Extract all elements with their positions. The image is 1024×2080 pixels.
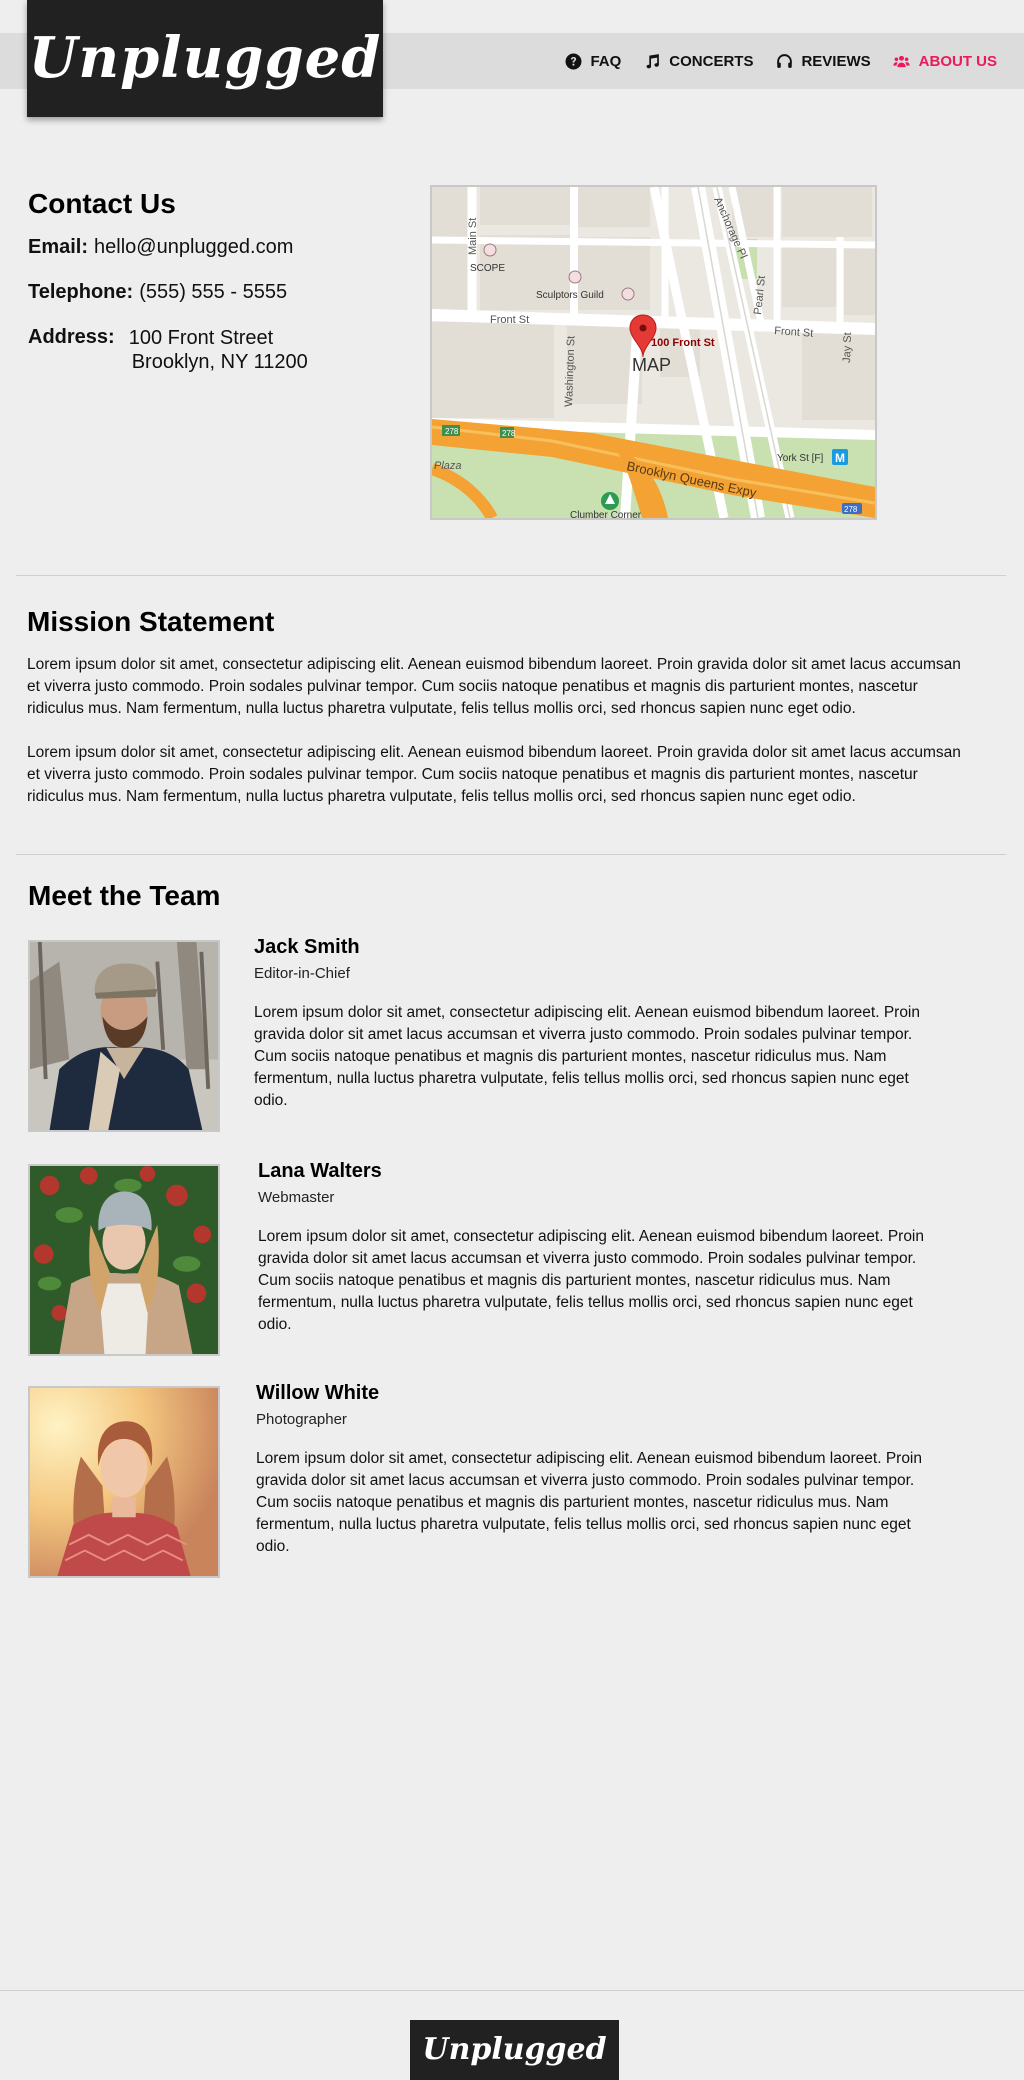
svg-text:278: 278 xyxy=(844,505,858,514)
team-member: Lana Walters Webmaster Lorem ipsum dolor… xyxy=(28,1160,988,1357)
map-street-label: Plaza xyxy=(434,460,462,472)
map-street-label: Main St xyxy=(467,218,479,255)
member-role: Webmaster xyxy=(258,1189,335,1206)
location-map[interactable]: 278 278 278 M Main St Front St Front St … xyxy=(430,185,877,520)
map-place-label: Sculptors Guild xyxy=(536,290,604,301)
telephone-row: Telephone: (555) 555 - 5555 xyxy=(28,281,388,304)
section-divider xyxy=(16,854,1006,855)
telephone-label: Telephone: xyxy=(28,281,134,303)
map-place-label: Clumber Corner xyxy=(570,510,642,518)
email-label: Email: xyxy=(28,236,89,258)
map-street-label: Jay St xyxy=(841,332,854,363)
email-row: Email: hello@unplugged.com xyxy=(28,236,388,259)
member-bio: Lorem ipsum dolor sit amet, consectetur … xyxy=(254,1004,921,1109)
member-info: Lana Walters Webmaster Lorem ipsum dolor… xyxy=(258,1160,958,1336)
address-row: Address: 100 Front Street Brooklyn, NY 1… xyxy=(28,326,388,374)
mission-paragraph: Lorem ipsum dolor sit amet, consectetur … xyxy=(27,656,961,717)
mission-title: Mission Statement xyxy=(27,606,275,637)
address-label: Address: xyxy=(28,326,115,348)
member-photo xyxy=(28,940,220,1132)
footer-logo[interactable]: Unplugged xyxy=(410,2020,619,2080)
svg-text:278: 278 xyxy=(502,429,516,438)
nav-faq[interactable]: FAQ xyxy=(564,52,621,70)
team-member: Willow White Photographer Lorem ipsum do… xyxy=(28,1382,988,1579)
member-name: Lana Walters xyxy=(258,1160,382,1182)
nav-label: REVIEWS xyxy=(801,52,871,70)
email-value[interactable]: hello@unplugged.com xyxy=(94,236,293,259)
member-name: Willow White xyxy=(256,1382,380,1404)
contact-title: Contact Us xyxy=(28,188,176,219)
mission-paragraph: Lorem ipsum dolor sit amet, consectetur … xyxy=(27,744,961,805)
telephone-value[interactable]: (555) 555 - 5555 xyxy=(139,281,287,304)
member-role: Editor-in-Chief xyxy=(254,965,350,982)
music-note-icon xyxy=(643,52,661,70)
nav-label: CONCERTS xyxy=(669,52,754,70)
address-line-2: Brooklyn, NY 11200 xyxy=(131,351,308,373)
member-name: Jack Smith xyxy=(254,936,360,958)
users-icon xyxy=(893,52,911,70)
mission-section: Mission Statement Lorem ipsum dolor sit … xyxy=(27,606,967,808)
nav-reviews[interactable]: REVIEWS xyxy=(775,52,871,70)
address-line-1: 100 Front Street xyxy=(128,327,274,349)
svg-text:M: M xyxy=(835,451,845,465)
nav-label: FAQ xyxy=(590,52,622,70)
svg-text:278: 278 xyxy=(445,427,459,436)
nav-about-us[interactable]: ABOUT US xyxy=(893,52,997,70)
map-label: MAP xyxy=(632,355,671,375)
member-bio: Lorem ipsum dolor sit amet, consectetur … xyxy=(256,1450,923,1555)
footer-divider xyxy=(0,1990,1024,1991)
headphones-icon xyxy=(775,52,793,70)
member-info: Jack Smith Editor-in-Chief Lorem ipsum d… xyxy=(254,936,954,1112)
main-nav: FAQ CONCERTS REVIEWS ABOUT US xyxy=(564,33,997,89)
contact-section: Contact Us Email: hello@unplugged.com Te… xyxy=(28,188,388,374)
map-street-label: Front St xyxy=(490,314,529,326)
member-info: Willow White Photographer Lorem ipsum do… xyxy=(256,1382,956,1558)
address-value: 100 Front Street Brooklyn, NY 11200 xyxy=(129,326,308,374)
team-title: Meet the Team xyxy=(28,880,221,911)
member-photo xyxy=(28,1164,220,1356)
map-place-label: York St [F] xyxy=(777,453,824,464)
section-divider xyxy=(16,575,1006,576)
member-bio: Lorem ipsum dolor sit amet, consectetur … xyxy=(258,1228,925,1333)
nav-label: ABOUT US xyxy=(918,52,997,70)
team-member: Jack Smith Editor-in-Chief Lorem ipsum d… xyxy=(28,936,988,1133)
site-logo[interactable]: Unplugged xyxy=(27,0,383,117)
map-pin-label: 100 Front St xyxy=(651,337,715,349)
map-place-label: SCOPE xyxy=(470,263,505,274)
member-role: Photographer xyxy=(256,1411,347,1428)
question-circle-icon xyxy=(564,52,582,70)
nav-concerts[interactable]: CONCERTS xyxy=(643,52,753,70)
map-street-label: Washington St xyxy=(563,336,577,408)
member-photo xyxy=(28,1386,220,1578)
